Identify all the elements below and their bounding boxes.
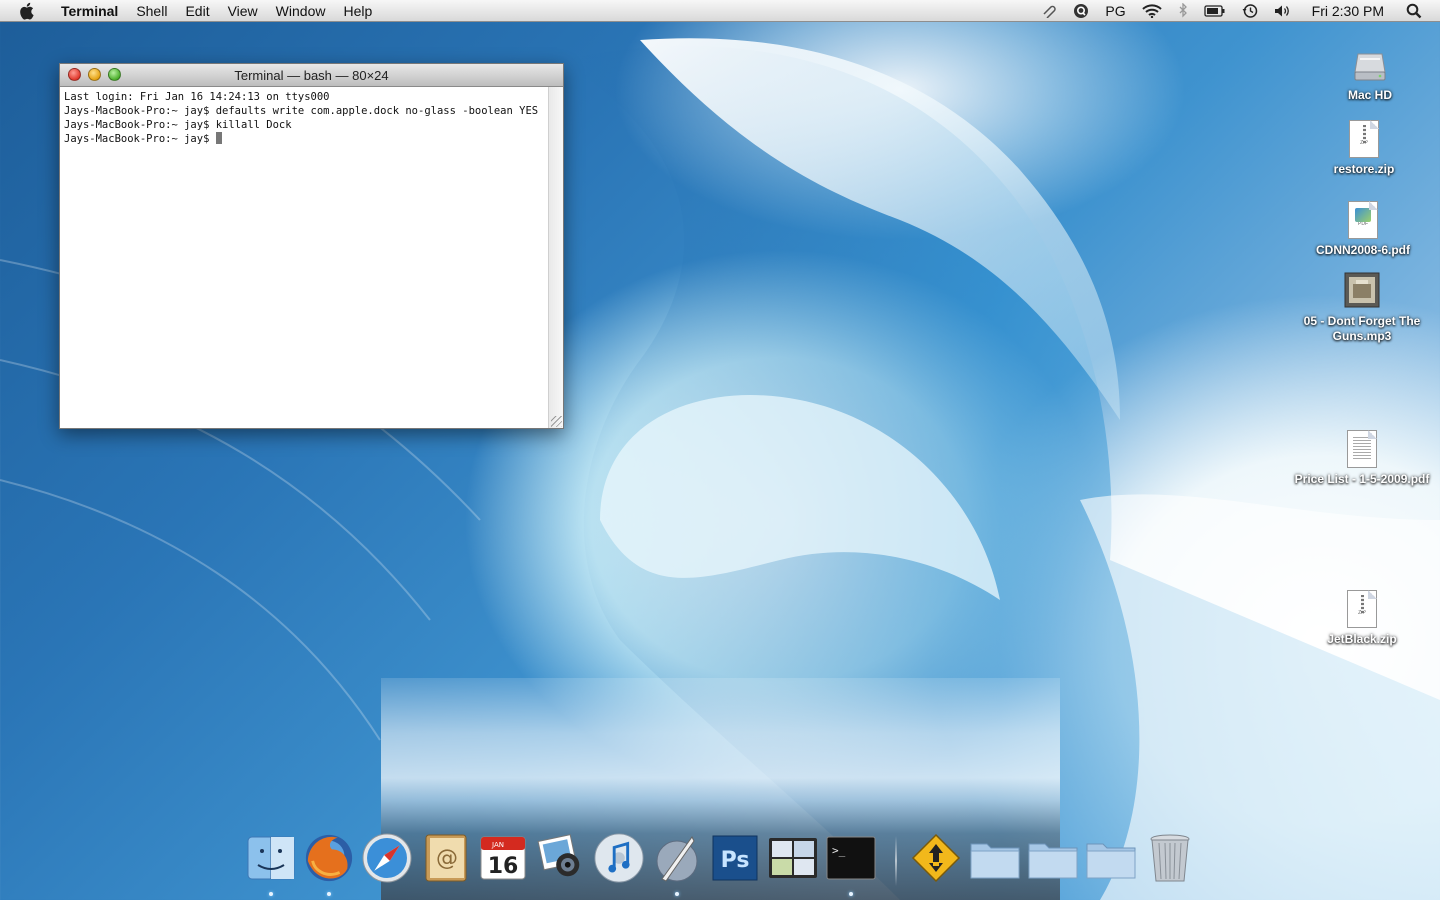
dock-folder-downloads[interactable] xyxy=(1085,830,1137,886)
dock-finder[interactable] xyxy=(245,830,297,896)
wifi-icon[interactable] xyxy=(1134,0,1170,22)
quicksilver-icon[interactable] xyxy=(1065,0,1097,22)
time-machine-icon[interactable] xyxy=(1234,0,1266,22)
desktop-icon-label: CDNN2008-6.pdf xyxy=(1315,243,1411,257)
dock-address-book[interactable]: @ xyxy=(419,830,471,886)
menu-bar: Terminal Shell Edit View Window Help PG … xyxy=(0,0,1440,22)
zip-file-icon: ZIP xyxy=(1346,120,1382,160)
zip-file-icon: ZIP xyxy=(1344,590,1380,630)
dock-iphoto[interactable] xyxy=(535,830,587,886)
photoshop-label: Ps xyxy=(721,848,750,873)
dock-safari[interactable] xyxy=(361,830,413,886)
menu-extras: PG Fri 2:30 PM xyxy=(1033,0,1440,22)
pdf-file-icon: PDF xyxy=(1345,201,1381,241)
running-indicator xyxy=(327,892,331,896)
terminal-titlebar[interactable]: Terminal — bash — 80×24 xyxy=(60,64,563,87)
close-button[interactable] xyxy=(68,68,81,81)
safari-icon xyxy=(362,833,412,883)
album-art-icon xyxy=(1344,272,1380,312)
volume-icon[interactable] xyxy=(1266,0,1300,22)
desktop-icon-label: JetBlack.zip xyxy=(1327,632,1397,646)
menu-view[interactable]: View xyxy=(219,0,267,22)
finder-icon xyxy=(247,836,295,880)
desktop-icon-cdnn-pdf[interactable]: PDF CDNN2008-6.pdf xyxy=(1288,201,1438,258)
running-indicator xyxy=(675,892,679,896)
pg-status[interactable]: PG xyxy=(1097,0,1133,22)
running-indicator xyxy=(849,892,853,896)
paperclip-icon[interactable] xyxy=(1033,0,1065,22)
hard-drive-icon xyxy=(1352,46,1388,86)
dock-trash[interactable] xyxy=(1144,830,1196,886)
calendar-icon: JAN 16 xyxy=(480,836,526,880)
terminal-prompt-line: Jays-MacBook-Pro:~ jay$ xyxy=(64,132,545,146)
desktop-icon-label: Price List - 1-5-2009.pdf xyxy=(1294,472,1430,486)
dock-spaces[interactable] xyxy=(767,830,819,886)
desktop-icon-mac-hd[interactable]: Mac HD xyxy=(1295,46,1440,103)
text-cursor xyxy=(215,132,222,144)
transmit-truck-icon xyxy=(911,833,961,883)
desktop-icon-restore-zip[interactable]: ZIP restore.zip xyxy=(1289,120,1439,177)
zoom-button[interactable] xyxy=(108,68,121,81)
svg-text:@: @ xyxy=(436,846,458,871)
dock-transmit[interactable] xyxy=(910,830,962,886)
dock-photoshop[interactable]: Ps xyxy=(709,830,761,886)
folder-icon xyxy=(970,843,1020,879)
dock-folder-applications[interactable] xyxy=(1027,830,1079,886)
spaces-icon xyxy=(769,838,817,878)
minimize-button[interactable] xyxy=(88,68,101,81)
bluetooth-icon[interactable] xyxy=(1170,0,1196,22)
terminal-line: Jays-MacBook-Pro:~ jay$ defaults write c… xyxy=(64,105,539,117)
quill-pen-icon xyxy=(656,836,698,882)
dock-firefox[interactable] xyxy=(303,830,355,896)
desktop-icon-mp3[interactable]: 05 - Dont Forget The Guns.mp3 xyxy=(1287,272,1437,344)
dock-folder-documents[interactable] xyxy=(969,830,1021,886)
spotlight-search-icon[interactable] xyxy=(1398,0,1440,22)
trash-icon xyxy=(1150,834,1190,882)
firefox-icon xyxy=(305,834,353,882)
dock-terminal[interactable]: >_ xyxy=(825,830,877,896)
terminal-prompt: Jays-MacBook-Pro:~ jay$ xyxy=(64,133,216,145)
clock[interactable]: Fri 2:30 PM xyxy=(1300,0,1398,22)
folder-icon xyxy=(1028,843,1078,879)
itunes-icon xyxy=(594,833,644,883)
battery-icon[interactable] xyxy=(1196,0,1234,22)
desktop-icon-label: restore.zip xyxy=(1333,162,1395,176)
resize-grip-icon[interactable] xyxy=(551,416,562,427)
calendar-day: 16 xyxy=(488,854,519,879)
desktop-icon-price-list-pdf[interactable]: Price List - 1-5-2009.pdf xyxy=(1287,430,1437,487)
running-indicator xyxy=(269,892,273,896)
window-title: Terminal — bash — 80×24 xyxy=(234,67,389,83)
terminal-scrollbar[interactable] xyxy=(548,87,563,428)
dock: @ JAN 16 Ps >_ xyxy=(240,830,1200,900)
terminal-prompt-glyph: >_ xyxy=(832,844,846,857)
address-book-icon: @ xyxy=(425,834,467,882)
terminal-icon: >_ xyxy=(826,836,876,880)
menu-help[interactable]: Help xyxy=(334,0,381,22)
photoshop-icon: Ps xyxy=(712,835,758,881)
desktop-icon-label: 05 - Dont Forget The Guns.mp3 xyxy=(1303,314,1421,343)
dock-itunes[interactable] xyxy=(593,830,645,886)
menu-shell[interactable]: Shell xyxy=(127,0,176,22)
dock-ical[interactable]: JAN 16 xyxy=(477,830,529,886)
folder-icon xyxy=(1086,843,1136,879)
terminal-line: Last login: Fri Jan 16 14:24:13 on ttys0… xyxy=(64,91,330,103)
menu-edit[interactable]: Edit xyxy=(176,0,218,22)
desktop-icon-label: Mac HD xyxy=(1347,88,1392,102)
menu-window[interactable]: Window xyxy=(267,0,335,22)
terminal-line: Jays-MacBook-Pro:~ jay$ killall Dock xyxy=(64,119,292,131)
desktop-icon-jetblack-zip[interactable]: ZIP JetBlack.zip xyxy=(1287,590,1437,647)
dock-script-editor[interactable] xyxy=(651,830,703,896)
terminal-output[interactable]: Last login: Fri Jan 16 14:24:13 on ttys0… xyxy=(60,87,549,428)
menu-app-terminal[interactable]: Terminal xyxy=(52,0,127,22)
dock-separator xyxy=(895,836,897,886)
pdf-document-icon xyxy=(1344,430,1380,470)
window-controls xyxy=(68,68,121,81)
calendar-month: JAN xyxy=(491,841,504,849)
terminal-window[interactable]: Terminal — bash — 80×24 Last login: Fri … xyxy=(59,63,564,429)
apple-menu-icon[interactable] xyxy=(16,1,36,21)
iphoto-icon xyxy=(537,834,580,877)
